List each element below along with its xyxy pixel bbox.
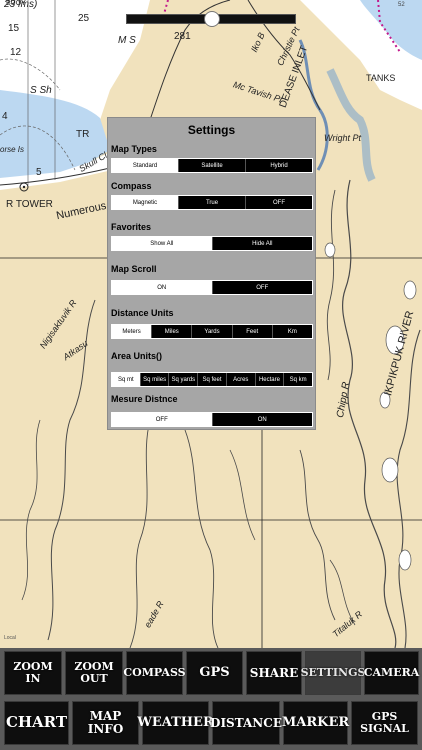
option-map-types-hybrid[interactable]: Hybrid [245,159,312,172]
segmented-control-favorites: Show All Hide All [111,236,313,251]
option-map-types-satellite[interactable]: Satellite [178,159,245,172]
depth-label-5: 5 [36,167,42,178]
option-distance-units-yards[interactable]: Yards [191,325,232,338]
depth-label-12: 12 [10,47,22,58]
option-area-units-sq-mt[interactable]: Sq mt [112,373,140,386]
option-distance-units-meters[interactable]: Meters [112,325,152,338]
option-area-units-sq-miles[interactable]: Sq miles [139,373,169,386]
gps-signal-button[interactable]: GPS SIGNAL [351,701,418,745]
place-label-wright-pt: Wright Pt [324,133,362,143]
depth-label-25: 25 [78,13,90,24]
zoom-out-button[interactable]: ZOOM OUT [65,651,123,695]
settings-label-map-types: Map Types [111,144,157,154]
option-distance-units-feet[interactable]: Feet [231,325,272,338]
option-compass-off[interactable]: OFF [245,196,312,209]
place-label-horse-is: orse Is [0,145,25,154]
option-area-units-sq-feet[interactable]: Sq feet [197,373,226,386]
corner-readout: 52 [398,2,405,8]
option-area-units-sq-yards[interactable]: Sq yards [168,373,198,386]
option-compass-magnetic[interactable]: Magnetic [112,196,178,209]
depth-label-4: 4 [2,111,8,122]
settings-button[interactable]: SETTINGS [301,651,365,695]
option-map-scroll-on[interactable]: ON [112,281,212,294]
distance-button[interactable]: DISTANCE [210,701,282,745]
option-favorites-hide-all[interactable]: Hide All [211,237,312,250]
camera-button[interactable]: CAMERA [364,651,419,695]
settings-label-map-scroll: Map Scroll [111,264,157,274]
marker-button[interactable]: MARKER [282,701,349,745]
slider-knob[interactable] [204,11,220,27]
settings-label-area-units: Area Units() [111,351,163,361]
settings-panel: Settings Map Types Standard Satellite Hybri… [107,117,316,430]
zoom-in-button[interactable]: ZOOM IN [4,651,62,695]
settings-label-compass: Compass [111,181,152,191]
chart-credit-label: Local [4,635,16,641]
option-mesure-distnce-off[interactable]: OFF [112,413,212,426]
place-label-r-tower: R TOWER [6,199,53,210]
option-distance-units-km[interactable]: Km [271,325,313,338]
bottom-toolbar: ZOOM IN ZOOM OUT COMPASS GPS SHARE SETTINGS CA… [0,648,422,750]
option-map-scroll-off[interactable]: OFF [211,281,312,294]
option-area-units-hectare[interactable]: Hectare [254,373,284,386]
weather-button[interactable]: WEATHER [137,701,214,745]
map-info-button[interactable]: MAP INFO [72,701,139,745]
option-map-types-standard[interactable]: Standard [112,159,178,172]
depth-label-281: 281 [174,31,191,42]
chart-opacity-slider[interactable] [126,10,296,28]
option-area-units-sq-km[interactable]: Sq km [283,373,313,386]
gps-button[interactable]: GPS [186,651,243,695]
segmented-control-map-types: Standard Satellite Hybrid [111,158,313,173]
segmented-control-compass: Magnetic True OFF [111,195,313,210]
segmented-control-area-units: Sq mt Sq miles Sq yards Sq feet Acres Hectare… [111,372,313,387]
place-label-tanks: TANKS [366,73,396,83]
settings-label-mesure-distnce: Mesure Distnce [111,394,178,404]
settings-label-favorites: Favorites [111,222,152,232]
segmented-control-mesure-distnce: OFF ON [111,412,313,427]
segmented-control-map-scroll: ON OFF [111,280,313,295]
settings-label-distance-units: Distance Units [111,308,174,318]
option-mesure-distnce-on[interactable]: ON [211,413,312,426]
option-distance-units-miles[interactable]: Miles [151,325,192,338]
depth-label-15: 15 [8,23,20,34]
settings-title: Settings [187,123,236,137]
segmented-control-distance-units: Meters Miles Yards Feet Km [111,324,313,339]
option-favorites-show-all[interactable]: Show All [112,237,212,250]
place-label-tr: TR [76,129,90,140]
option-compass-true[interactable]: True [178,196,245,209]
compass-button[interactable]: COMPASS [123,651,186,695]
buoy-label: BUOY [6,0,26,7]
share-button[interactable]: SHARE [246,651,302,695]
shoal-label-ssh: S Sh [30,85,52,96]
shoal-label-ms: M S [118,35,136,46]
chart-button[interactable]: CHART [4,701,69,745]
option-area-units-acres[interactable]: Acres [225,373,255,386]
